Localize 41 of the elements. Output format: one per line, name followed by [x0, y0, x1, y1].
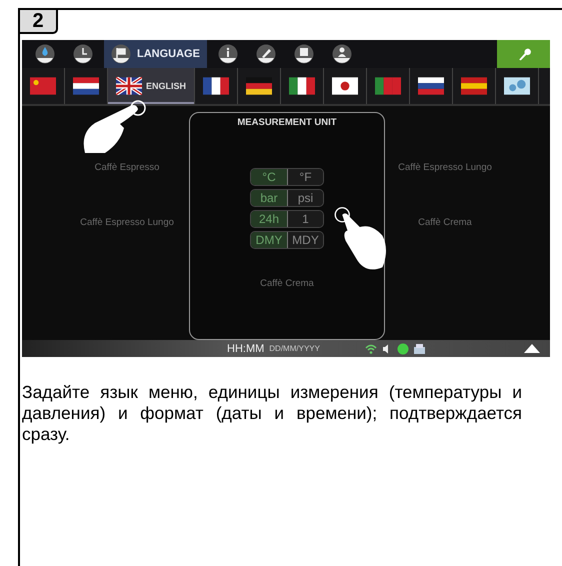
flag-icon — [246, 77, 272, 95]
water-drop-icon — [35, 44, 55, 64]
flag-icon — [111, 44, 131, 64]
up-arrow-icon[interactable] — [524, 344, 540, 353]
pencil-icon — [256, 44, 276, 64]
printer-icon — [414, 344, 425, 354]
product-label: Caffè Espresso — [94, 162, 160, 173]
step-number: 2 — [18, 8, 58, 34]
unit-option[interactable]: MDY — [287, 232, 323, 248]
flag-icon — [116, 77, 142, 95]
flag-icon — [332, 77, 358, 95]
status-dot-icon — [396, 342, 409, 354]
product-label: Caffè Crema — [260, 278, 314, 289]
flag-icon — [418, 77, 444, 95]
flag-icon — [30, 77, 56, 95]
product-label: Caffè Espresso Lungo — [80, 217, 174, 228]
date-format-text: DD/MM/YYYY — [269, 344, 320, 353]
flag-icon — [73, 77, 99, 95]
unit-option[interactable]: °F — [287, 169, 323, 185]
instruction-text: Задайте язык меню, единицы измерения (температуры и давления) и формат (даты и времени); подтверждается сразу. — [22, 382, 522, 445]
info-icon — [218, 44, 238, 64]
time-format-text: HH:MM — [227, 342, 264, 354]
product-label: Caffè Crema — [418, 217, 472, 228]
flag-icon — [461, 77, 488, 95]
unit-option[interactable]: DMY — [251, 232, 287, 248]
unit-option[interactable]: psi — [287, 190, 323, 206]
dialog-title: MEASUREMENT UNIT — [237, 117, 337, 128]
unit-option[interactable]: bar — [251, 190, 287, 206]
settings-tab[interactable]: LANGUAGE — [104, 40, 207, 68]
wifi-icon — [364, 344, 377, 354]
unit-option[interactable]: 1 — [287, 211, 323, 227]
clock-icon — [73, 44, 93, 64]
flag-icon — [203, 77, 230, 95]
language-option[interactable]: ENGLISH — [108, 68, 196, 104]
person-icon — [332, 44, 352, 64]
flag-icon — [289, 77, 316, 95]
unit-option[interactable]: °C — [251, 169, 287, 185]
globe-flag-icon — [504, 77, 530, 95]
product-label: Caffè Espresso Lungo — [398, 162, 492, 173]
flag-icon — [375, 77, 402, 95]
unit-option[interactable]: 24h — [251, 211, 287, 227]
